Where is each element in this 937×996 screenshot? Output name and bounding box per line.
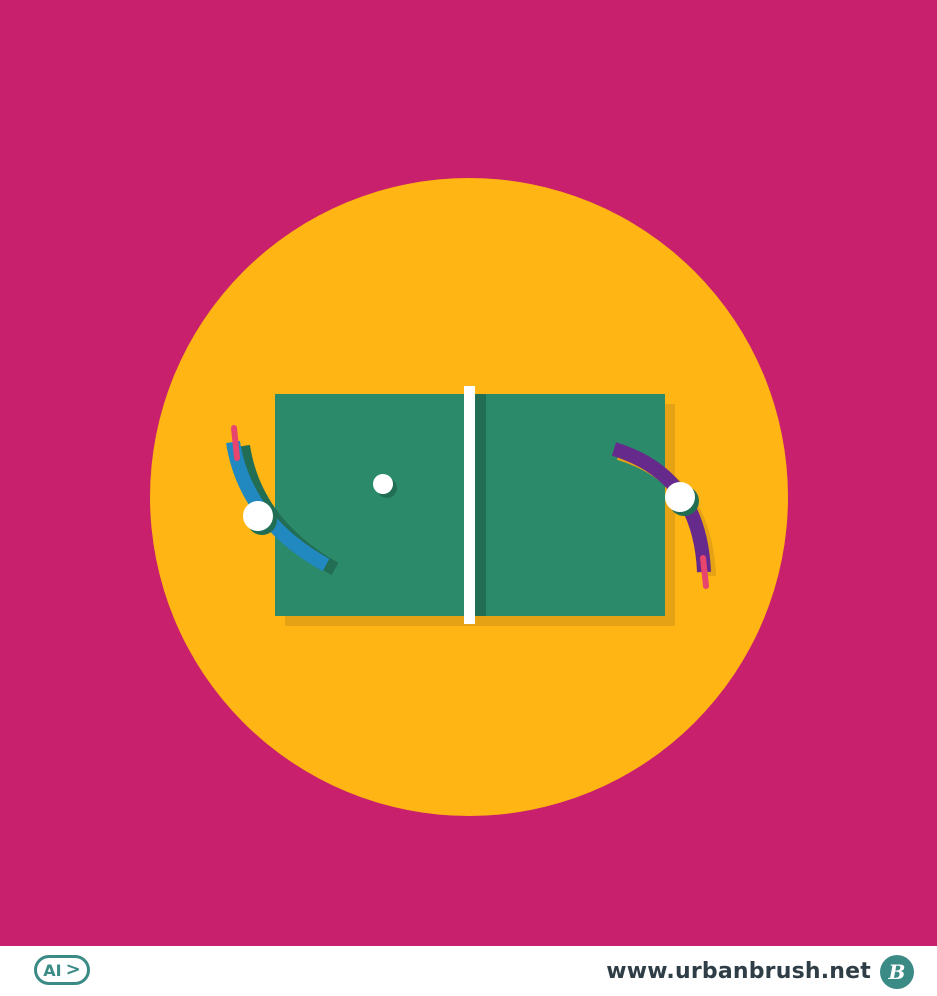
ai-file-icon: AI > bbox=[34, 955, 90, 985]
net-shadow bbox=[474, 394, 486, 616]
logo-letter: B bbox=[888, 960, 906, 984]
ping-pong-illustration bbox=[0, 0, 937, 946]
table-net bbox=[464, 386, 475, 624]
site-url[interactable]: www.urbanbrush.net bbox=[606, 956, 871, 988]
chevron-right-icon: > bbox=[65, 959, 81, 980]
page: AI > www.urbanbrush.net B bbox=[0, 0, 937, 996]
urbanbrush-logo-icon: B bbox=[880, 955, 914, 989]
ball bbox=[373, 474, 393, 494]
ai-badge-label: AI bbox=[43, 960, 62, 980]
